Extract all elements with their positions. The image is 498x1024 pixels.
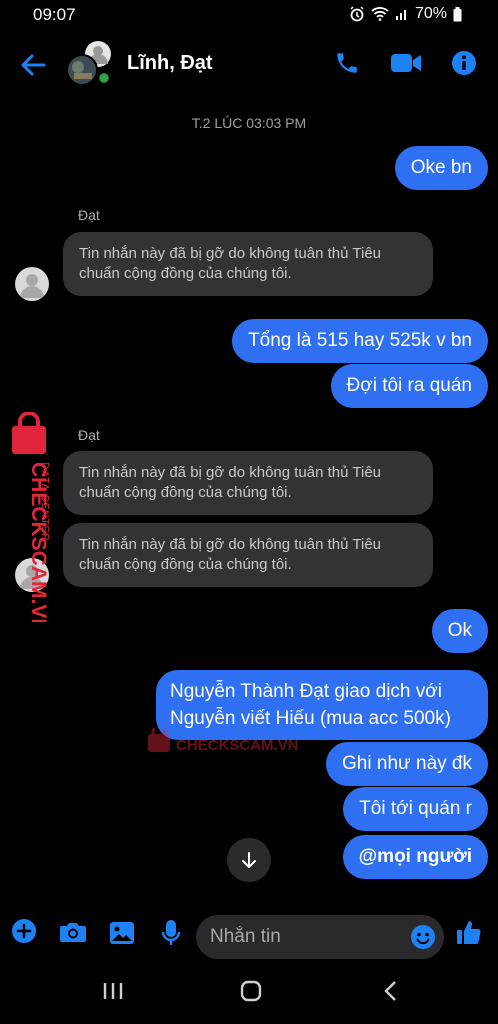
sender-name: Đạt (78, 427, 100, 443)
message-mention[interactable]: @mọi người (342, 835, 488, 879)
removed-message[interactable]: Tin nhắn này đã bị gỡ do không tuân thủ … (63, 451, 433, 515)
message-doi[interactable]: Đợi tôi ra quán (330, 364, 488, 408)
watermark-center: CHECKSCAM.VN (148, 723, 318, 759)
message-tong[interactable]: Tổng là 515 hay 525k v bn (232, 319, 488, 363)
info-icon[interactable] (451, 50, 477, 76)
image-icon[interactable] (109, 921, 135, 945)
sender-name: Đạt (78, 207, 100, 223)
plus-icon[interactable] (11, 918, 37, 944)
scroll-to-bottom-button[interactable] (227, 838, 271, 882)
signal-icon (395, 10, 406, 20)
watermark-logo: CHECKSCAM.VN DATA CENTER (6, 411, 52, 634)
removed-message[interactable]: Tin nhắn này đã bị gỡ do không tuân thủ … (63, 523, 433, 587)
status-time: 09:07 (33, 5, 76, 24)
battery-icon (453, 6, 462, 21)
emoji-icon[interactable] (410, 924, 436, 950)
avatar[interactable] (15, 267, 49, 301)
conversation-title[interactable]: Lĩnh, Đạt (127, 52, 213, 75)
removed-message[interactable]: Tin nhắn này đã bị gỡ do không tuân thủ … (63, 232, 433, 296)
message-oke[interactable]: Oke bn (394, 146, 488, 190)
message-input[interactable] (196, 915, 444, 959)
watermark-center-brand: CHECKSCAM.VN (176, 737, 299, 754)
phone-icon[interactable] (334, 50, 360, 76)
video-camera-icon[interactable] (390, 52, 422, 74)
message-ok[interactable]: Ok (431, 609, 488, 653)
message-timestamp: T.2 LÚC 03:03 PM (191, 115, 307, 131)
microphone-icon[interactable] (161, 919, 181, 947)
battery-percent: 70% (414, 5, 447, 22)
status-icons: 70% (349, 5, 462, 23)
arrow-down-icon (242, 852, 256, 868)
wifi-icon (371, 7, 389, 21)
message-toi[interactable]: Tôi tới quán r (343, 787, 488, 831)
home-icon[interactable] (240, 980, 262, 1002)
back-arrow-icon[interactable] (18, 50, 48, 80)
group-avatar[interactable] (66, 40, 114, 88)
message-ghi[interactable]: Ghi như này đk (326, 742, 488, 786)
alarm-icon (350, 6, 364, 22)
recent-apps-icon[interactable] (102, 980, 124, 1002)
back-nav-icon[interactable] (380, 980, 402, 1002)
watermark-sub: DATA CENTER (39, 462, 50, 542)
camera-icon[interactable] (59, 920, 87, 944)
thumbs-up-icon[interactable] (455, 918, 483, 946)
